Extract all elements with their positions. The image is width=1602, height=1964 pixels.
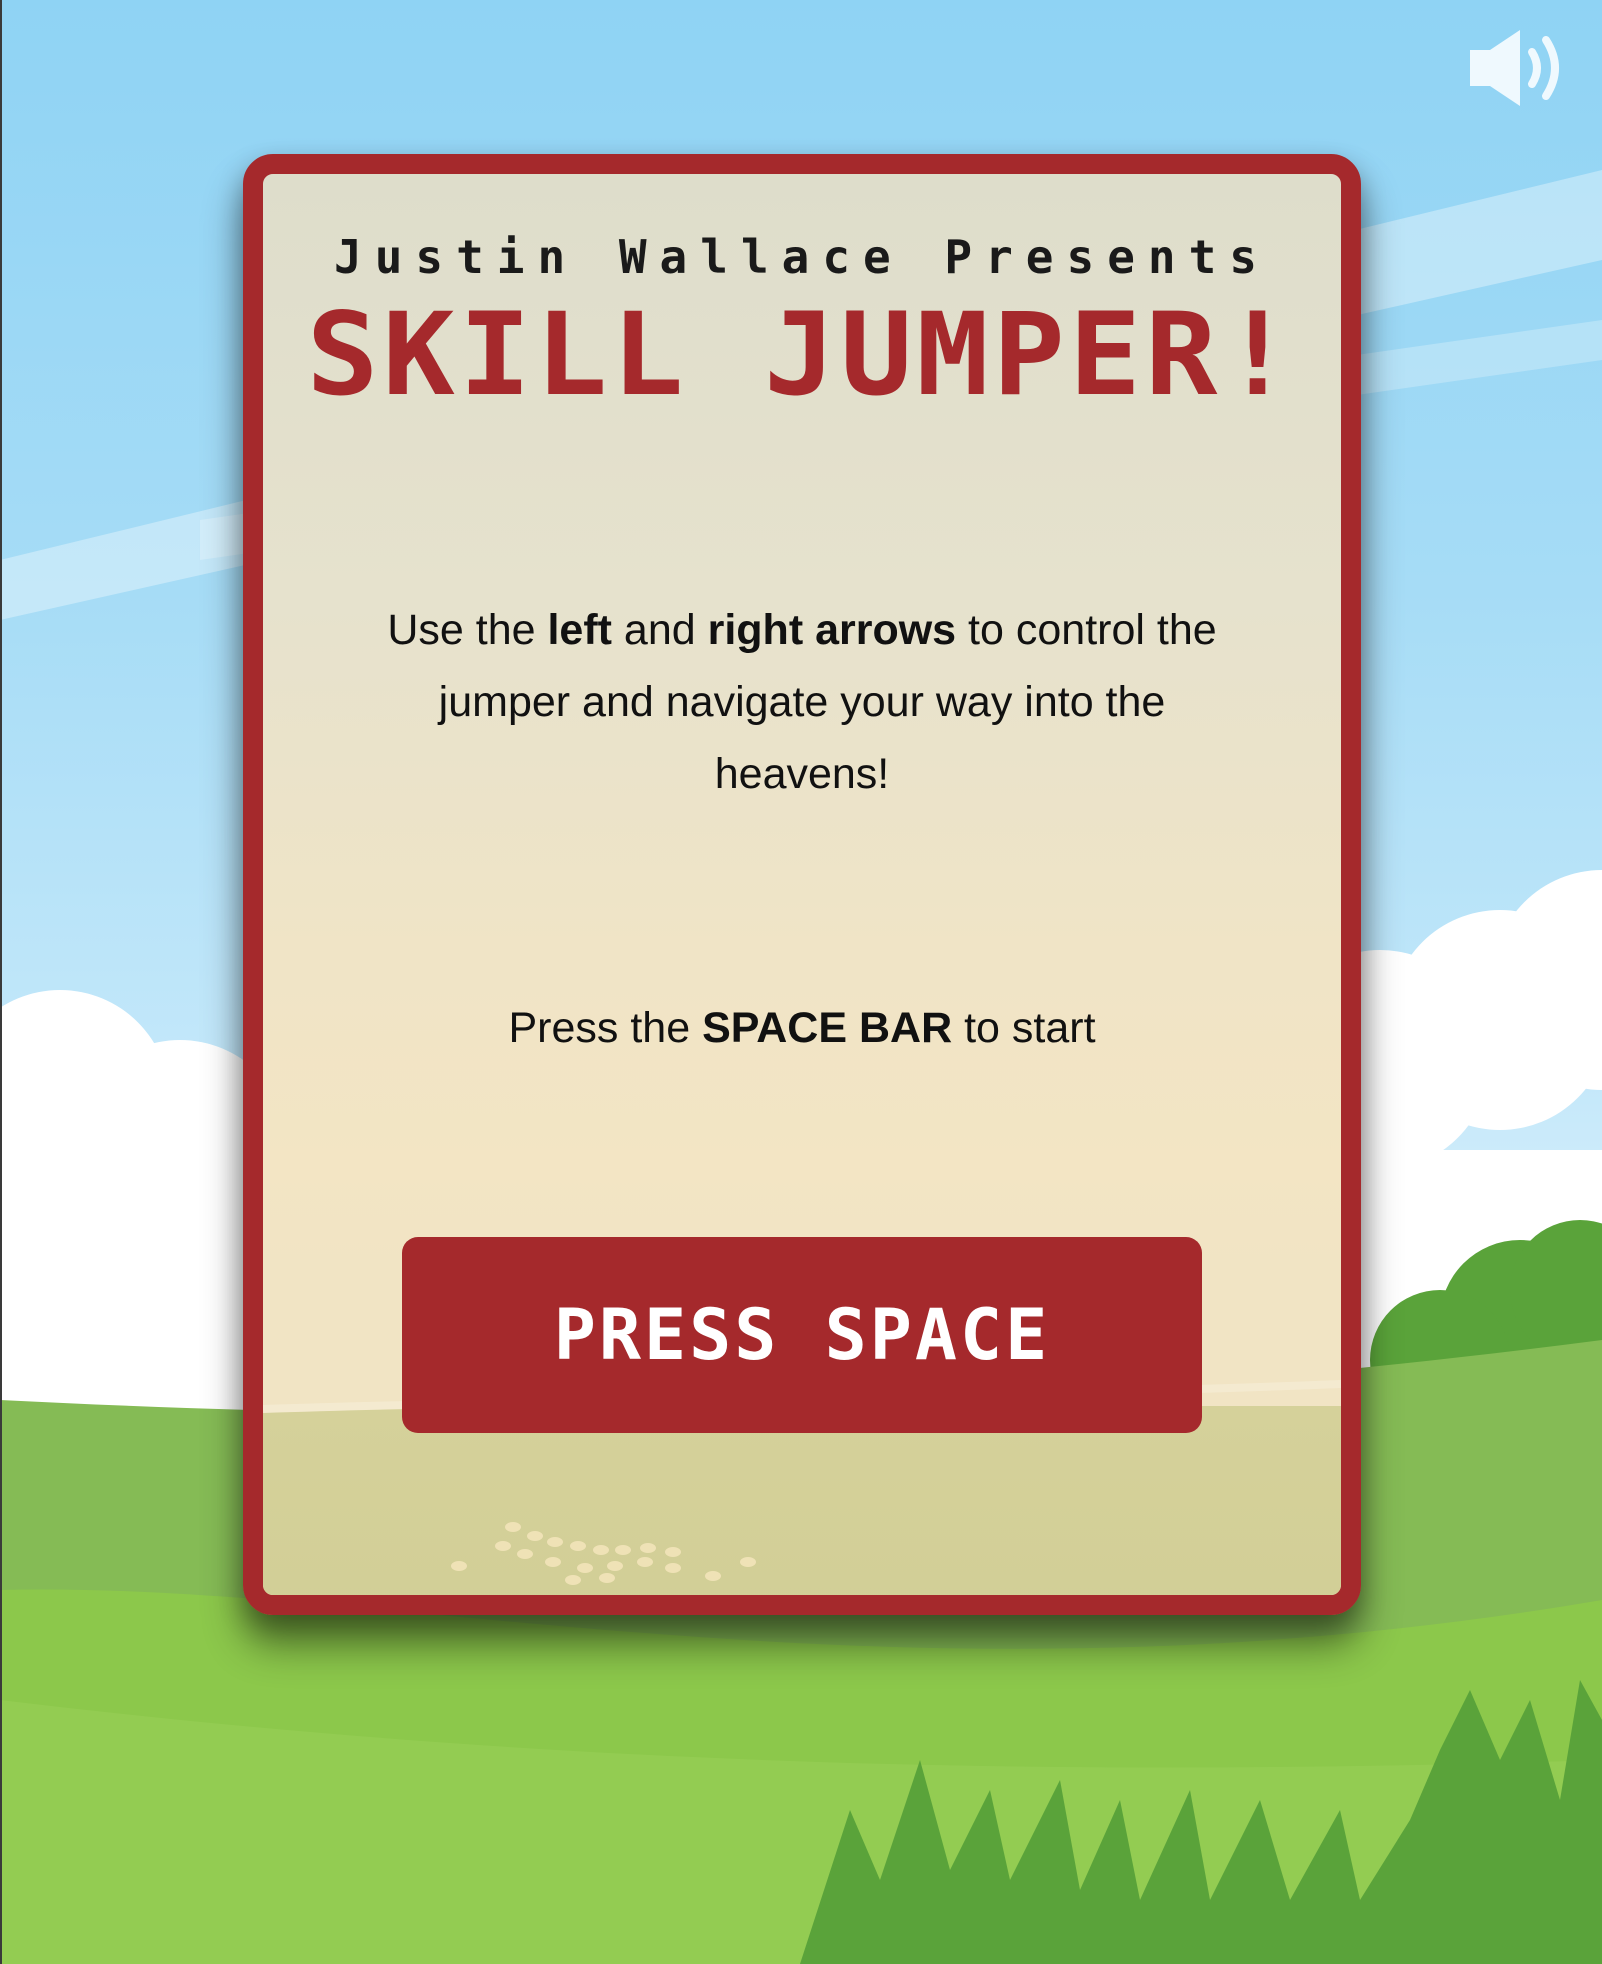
game-screen: Justin Wallace Presents SKILL JUMPER! Us… [0,0,1602,1964]
start-hint-text: Press the SPACE BAR to start [263,1004,1341,1053]
presenter-credit: Justin Wallace Presents [334,230,1270,284]
speaker-volume-icon [1470,30,1559,106]
start-hint-prefix: Press the [508,1004,703,1052]
game-title: SKILL JUMPER! [306,289,1298,422]
instructions-text: Use the left and right arrows to control… [363,594,1241,810]
sound-toggle-button[interactable] [1468,28,1574,108]
instructions-part: Use the [387,606,548,654]
instructions-part: and [611,606,708,654]
start-hint-suffix: to start [952,1004,1096,1052]
start-panel: Justin Wallace Presents SKILL JUMPER! Us… [243,154,1361,1615]
press-space-label: PRESS SPACE [553,1294,1051,1376]
instructions-key-arrows: right arrows [707,606,957,654]
start-hint-key: SPACE BAR [702,1004,953,1052]
press-space-button[interactable]: PRESS SPACE [402,1237,1202,1433]
instructions-key-left: left [547,606,612,654]
window-edge [0,0,2,1964]
